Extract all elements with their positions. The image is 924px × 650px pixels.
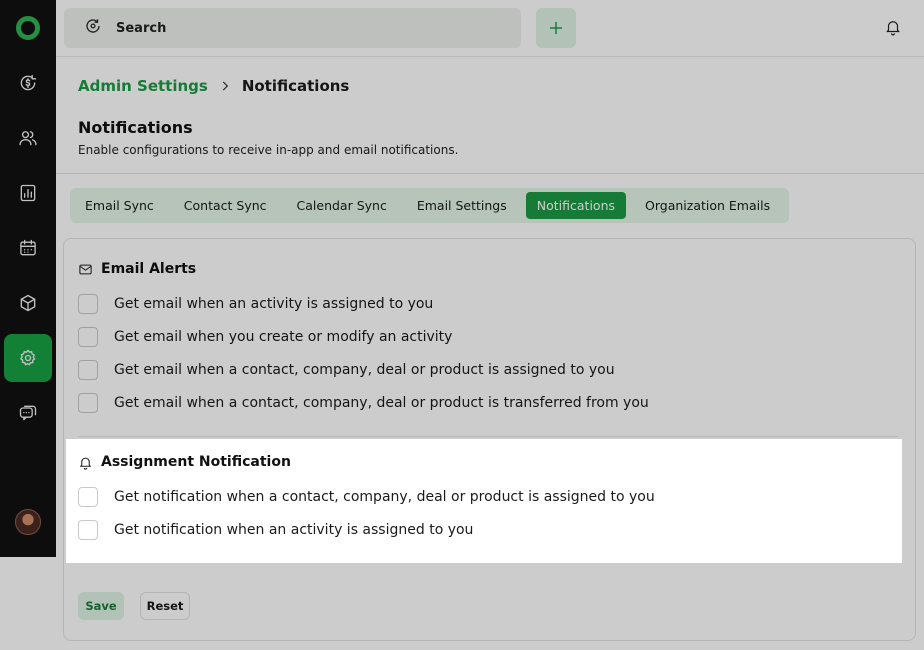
header-divider bbox=[56, 173, 924, 174]
add-button[interactable] bbox=[536, 8, 576, 48]
checkbox[interactable] bbox=[78, 393, 98, 413]
save-button[interactable]: Save bbox=[78, 592, 124, 620]
breadcrumb-current: Notifications bbox=[241, 77, 350, 95]
tab-organization-emails[interactable]: Organization Emails bbox=[634, 192, 781, 219]
plus-icon bbox=[550, 22, 562, 34]
checkbox[interactable] bbox=[78, 487, 98, 507]
notification-option-activity-assigned: Get notification when an activity is ass… bbox=[78, 520, 473, 540]
option-label: Get email when a contact, company, deal … bbox=[114, 395, 649, 411]
email-option-activity-modified: Get email when you create or modify an a… bbox=[78, 327, 452, 347]
tab-email-sync[interactable]: Email Sync bbox=[74, 192, 165, 219]
settings-tabs: Email Sync Contact Sync Calendar Sync Em… bbox=[70, 188, 790, 223]
email-option-record-assigned: Get email when a contact, company, deal … bbox=[78, 360, 615, 380]
option-label: Get email when an activity is assigned t… bbox=[114, 296, 434, 312]
bell-icon bbox=[79, 457, 92, 470]
chat-icon[interactable] bbox=[16, 401, 40, 425]
email-alerts-heading: Email Alerts bbox=[78, 261, 196, 277]
sidebar bbox=[0, 0, 56, 557]
email-alerts-title: Email Alerts bbox=[101, 261, 197, 277]
checkbox[interactable] bbox=[78, 294, 98, 314]
breadcrumb-parent-link[interactable]: Admin Settings bbox=[78, 77, 208, 95]
tab-notifications[interactable]: Notifications bbox=[525, 192, 627, 219]
assignment-notification-heading: Assignment Notification bbox=[78, 454, 291, 470]
chevron-right-icon bbox=[218, 79, 232, 93]
option-label: Get email when you create or modify an a… bbox=[114, 329, 453, 345]
app-window: Search Admin Settings Notifications Noti… bbox=[0, 0, 924, 650]
checkbox[interactable] bbox=[78, 360, 98, 380]
search-bar[interactable]: Search bbox=[64, 8, 521, 48]
assignment-notification-title: Assignment Notification bbox=[101, 454, 291, 470]
topbar-divider bbox=[56, 56, 924, 57]
contacts-icon[interactable] bbox=[16, 126, 40, 150]
dollar-refresh-icon[interactable] bbox=[16, 71, 40, 95]
search-input[interactable]: Search bbox=[116, 21, 166, 36]
product-box-icon[interactable] bbox=[16, 291, 40, 315]
app-logo[interactable] bbox=[16, 16, 40, 40]
tab-contact-sync[interactable]: Contact Sync bbox=[173, 192, 278, 219]
option-label: Get notification when a contact, company… bbox=[114, 489, 655, 505]
tab-email-settings[interactable]: Email Settings bbox=[406, 192, 518, 219]
calendar-icon[interactable] bbox=[16, 236, 40, 260]
breadcrumb: Admin Settings Notifications bbox=[78, 77, 349, 95]
user-avatar[interactable] bbox=[15, 509, 41, 535]
tab-calendar-sync[interactable]: Calendar Sync bbox=[286, 192, 398, 219]
option-label: Get notification when an activity is ass… bbox=[114, 522, 474, 538]
mail-icon bbox=[79, 264, 92, 274]
notifications-button[interactable] bbox=[884, 18, 904, 38]
search-icon bbox=[84, 17, 102, 39]
section-divider bbox=[78, 436, 898, 437]
settings-gear-icon[interactable] bbox=[16, 346, 40, 370]
page-subtitle: Enable configurations to receive in-app … bbox=[78, 143, 459, 157]
checkbox[interactable] bbox=[78, 327, 98, 347]
reports-icon[interactable] bbox=[16, 181, 40, 205]
checkbox[interactable] bbox=[78, 520, 98, 540]
option-label: Get email when a contact, company, deal … bbox=[114, 362, 615, 378]
page-title: Notifications bbox=[78, 118, 193, 137]
email-option-activity-assigned: Get email when an activity is assigned t… bbox=[78, 294, 433, 314]
email-option-record-transferred: Get email when a contact, company, deal … bbox=[78, 393, 649, 413]
reset-button[interactable]: Reset bbox=[140, 592, 190, 620]
bell-icon bbox=[886, 21, 900, 36]
notification-option-record-assigned: Get notification when a contact, company… bbox=[78, 487, 655, 507]
